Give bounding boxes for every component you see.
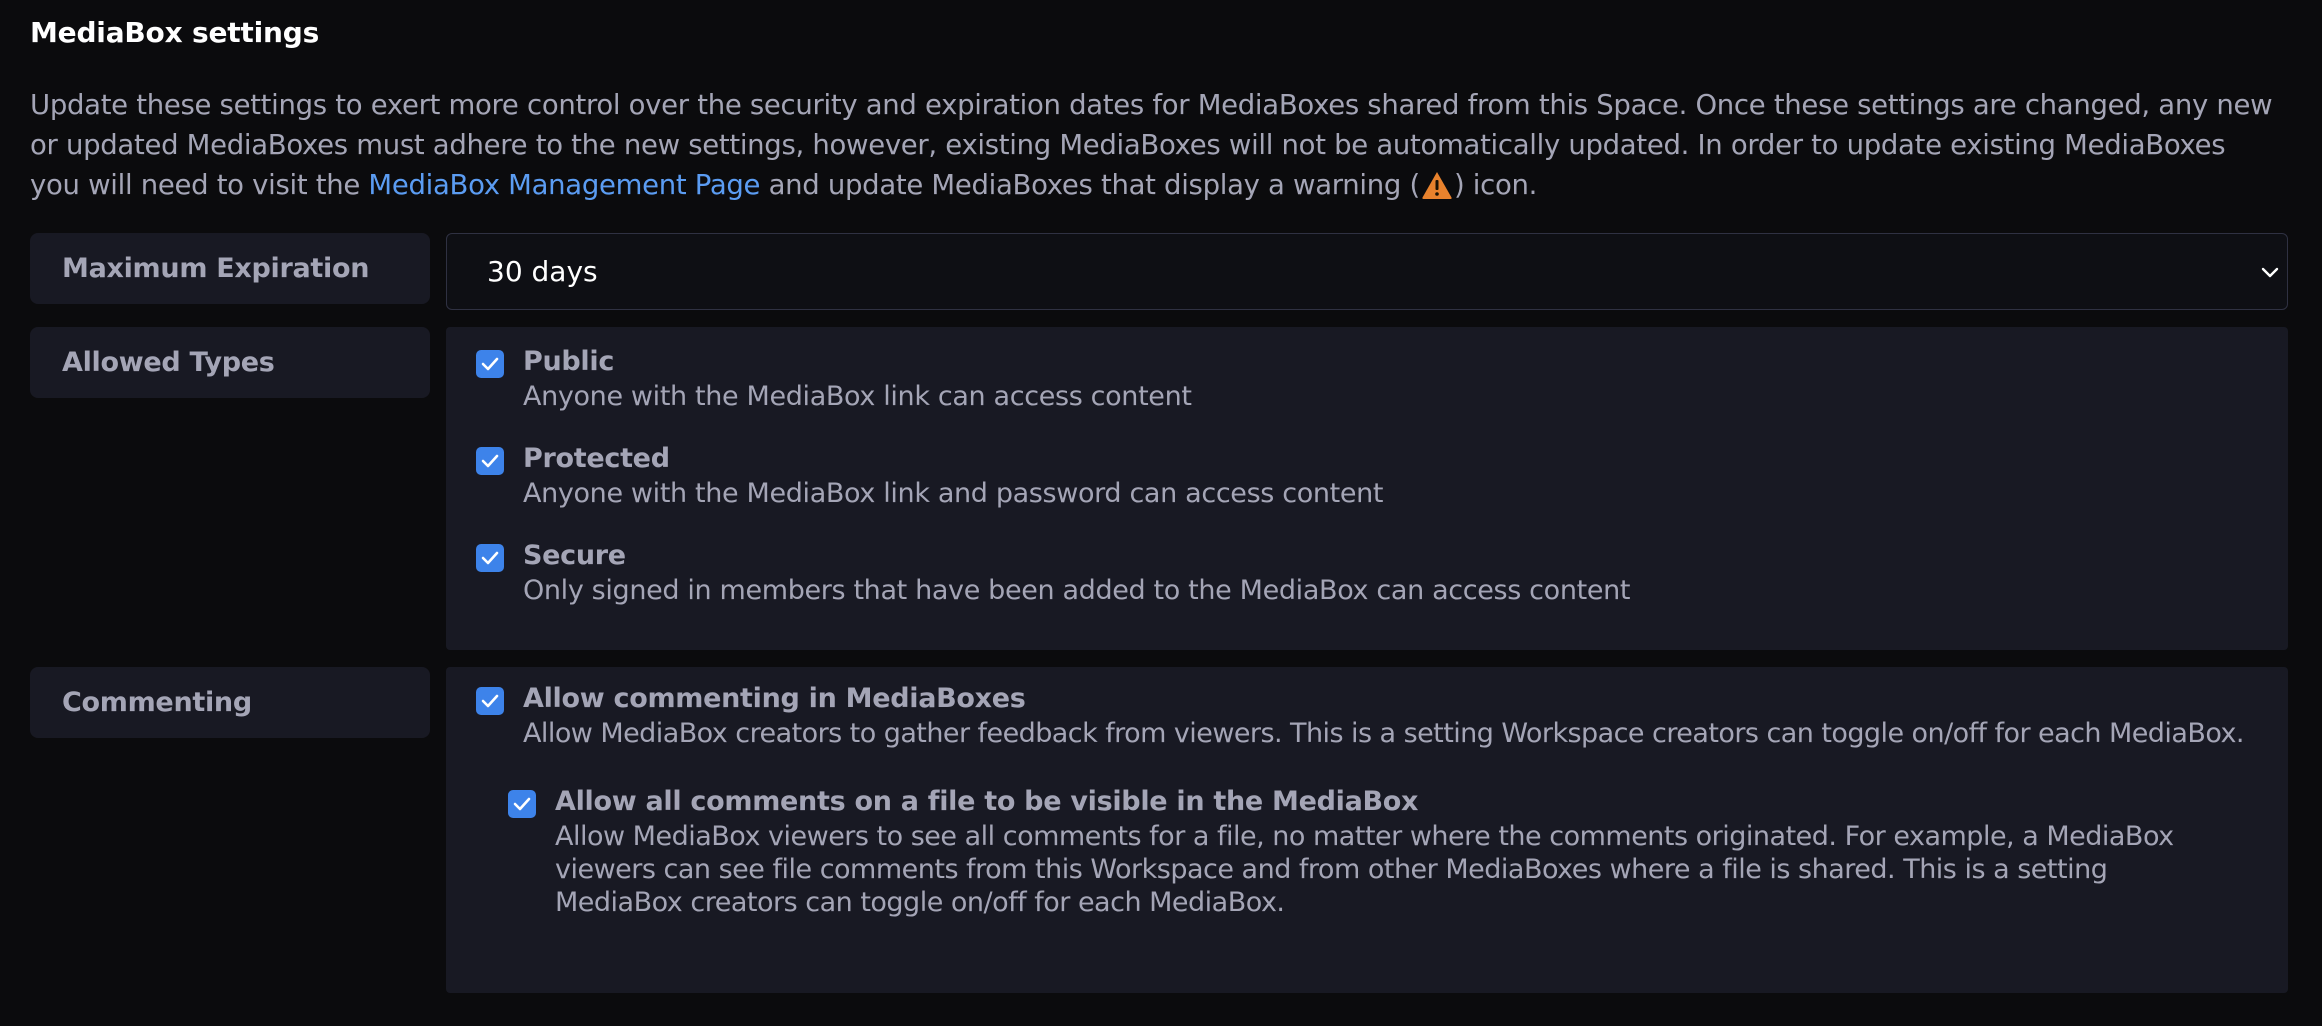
intro-text-end: ) icon. — [1453, 169, 1538, 201]
checkmark-icon — [481, 551, 499, 565]
select-value: 30 days — [487, 255, 598, 288]
maximum-expiration-label: Maximum Expiration — [30, 233, 430, 304]
checkmark-icon — [513, 797, 531, 811]
secure-description: Only signed in members that have been ad… — [523, 575, 1631, 606]
protected-title: Protected — [523, 443, 670, 474]
secure-checkbox[interactable] — [476, 544, 504, 572]
protected-description: Anyone with the MediaBox link and passwo… — [523, 478, 1384, 509]
intro-text-continued: and update MediaBoxes that display a war… — [760, 169, 1421, 201]
commenting-panel: Allow commenting in MediaBoxes Allow Med… — [446, 667, 2288, 993]
page-title: MediaBox settings — [30, 16, 320, 49]
warning-icon — [1421, 170, 1453, 211]
allow-commenting-description: Allow MediaBox creators to gather feedba… — [523, 718, 2244, 749]
comments-visible-description-line-3: MediaBox creators can toggle on/off for … — [555, 887, 1285, 918]
chevron-down-icon — [2261, 267, 2279, 278]
settings-description: Update these settings to exert more cont… — [30, 85, 2280, 211]
comments-visible-description-line-1: Allow MediaBox viewers to see all commen… — [555, 821, 2174, 852]
public-title: Public — [523, 346, 615, 377]
commenting-label: Commenting — [30, 667, 430, 738]
comments-visible-title: Allow all comments on a file to be visib… — [555, 786, 1419, 817]
checkmark-icon — [481, 694, 499, 708]
checkmark-icon — [481, 454, 499, 468]
secure-title: Secure — [523, 540, 626, 571]
protected-checkbox[interactable] — [476, 447, 504, 475]
maximum-expiration-select[interactable]: 30 days — [446, 233, 2288, 310]
comments-visible-checkbox[interactable] — [508, 790, 536, 818]
checkmark-icon — [481, 357, 499, 371]
allow-commenting-title: Allow commenting in MediaBoxes — [523, 683, 1026, 714]
mediabox-management-link[interactable]: MediaBox Management Page — [368, 169, 760, 201]
public-checkbox[interactable] — [476, 350, 504, 378]
comments-visible-description-line-2: viewers can see file comments from this … — [555, 854, 2108, 885]
allowed-types-panel: Public Anyone with the MediaBox link can… — [446, 327, 2288, 650]
allow-commenting-checkbox[interactable] — [476, 687, 504, 715]
allowed-types-label: Allowed Types — [30, 327, 430, 398]
public-description: Anyone with the MediaBox link can access… — [523, 381, 1192, 412]
